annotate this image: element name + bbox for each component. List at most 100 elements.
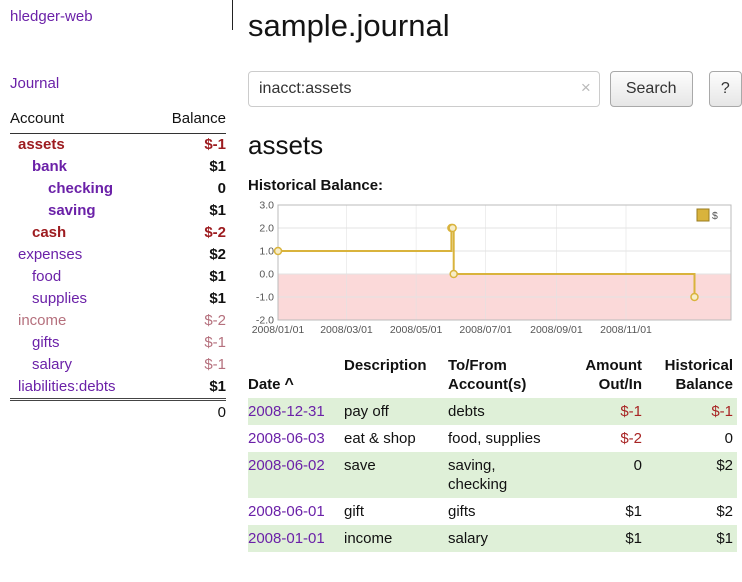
chart-title: Historical Balance: (248, 177, 742, 194)
svg-text:0.0: 0.0 (259, 269, 274, 281)
transaction-date-link[interactable]: 2008-06-01 (248, 503, 325, 520)
account-row: assets $-1 (10, 134, 226, 157)
account-row: food $1 (10, 266, 226, 288)
transaction-amount: 0 (568, 452, 646, 498)
account-link-gifts[interactable]: gifts (32, 334, 60, 351)
balance-chart: 2008/01/012008/03/012008/05/012008/07/01… (248, 200, 737, 340)
svg-text:2008/03/01: 2008/03/01 (320, 324, 373, 336)
account-heading: assets (248, 130, 742, 161)
account-balance: $1 (153, 156, 226, 178)
transaction-amount: $-2 (568, 425, 646, 452)
account-balance: $2 (153, 244, 226, 266)
accounts-header-account: Account (10, 108, 153, 134)
transaction-accounts: salary (448, 525, 568, 552)
register-header-date-label: Date (248, 376, 281, 393)
main-content: sample.journal × Search ? assets Histori… (248, 0, 742, 552)
account-row: bank $1 (10, 156, 226, 178)
register-row: 2008-06-02 savesaving, checking0$2 (248, 452, 737, 498)
account-row: gifts $-1 (10, 332, 226, 354)
account-row: cash $-2 (10, 222, 226, 244)
svg-text:$: $ (712, 210, 718, 222)
register-header-date[interactable]: Date^ (248, 354, 344, 398)
sidebar: hledger-web Journal Account Balance asse… (0, 0, 238, 424)
transaction-balance: $-1 (646, 398, 737, 425)
transaction-description: pay off (344, 398, 448, 425)
account-link-supplies[interactable]: supplies (32, 290, 87, 307)
account-link-income[interactable]: income (18, 312, 66, 329)
account-balance: $-1 (153, 332, 226, 354)
account-link-assets[interactable]: assets (18, 136, 65, 153)
transaction-balance: $2 (646, 452, 737, 498)
transaction-description: save (344, 452, 448, 498)
account-balance: $1 (153, 200, 226, 222)
register-header-amount: Amount Out/In (568, 354, 646, 398)
svg-text:1.0: 1.0 (259, 246, 274, 258)
accounts-total-value: 0 (153, 400, 226, 425)
account-balance: $-1 (153, 354, 226, 376)
chart-box: 2008/01/012008/03/012008/05/012008/07/01… (248, 200, 742, 340)
account-link-liabilities-debts[interactable]: liabilities:debts (18, 378, 116, 395)
register-table: Date^ Description To/From Account(s) Amo… (248, 354, 737, 552)
account-link-expenses[interactable]: expenses (18, 246, 82, 263)
account-balance: 0 (153, 178, 226, 200)
svg-text:-1.0: -1.0 (256, 292, 274, 304)
transaction-date-link[interactable]: 2008-06-03 (248, 430, 325, 447)
register-header-accounts: To/From Account(s) (448, 354, 568, 398)
clear-search-icon[interactable]: × (581, 78, 591, 98)
account-balance: $-2 (153, 222, 226, 244)
search-button[interactable]: Search (610, 71, 693, 107)
account-row: expenses $2 (10, 244, 226, 266)
transaction-amount: $1 (568, 498, 646, 525)
accounts-total-row: 0 (10, 400, 226, 425)
account-row: income$-2 (10, 310, 226, 332)
transaction-accounts: food, supplies (448, 425, 568, 452)
accounts-total-spacer (10, 400, 153, 425)
account-balance: $1 (153, 266, 226, 288)
accounts-table-body: assets$-1bank$1checking0saving$1cash$-2e… (10, 134, 226, 400)
svg-text:2008/05/01: 2008/05/01 (390, 324, 443, 336)
app-title-link[interactable]: hledger-web (10, 8, 226, 25)
account-link-saving[interactable]: saving (48, 202, 96, 219)
account-link-checking[interactable]: checking (48, 180, 113, 197)
transaction-date-link[interactable]: 2008-01-01 (248, 530, 325, 547)
transaction-date-link[interactable]: 2008-12-31 (248, 403, 325, 420)
register-row: 2008-06-03 eat & shopfood, supplies$-20 (248, 425, 737, 452)
transaction-balance: 0 (646, 425, 737, 452)
register-row: 2008-01-01incomesalary$1$1 (248, 525, 737, 552)
transaction-description: eat & shop (344, 425, 448, 452)
svg-text:2.0: 2.0 (259, 223, 274, 235)
account-row: saving $1 (10, 200, 226, 222)
svg-text:2008/09/01: 2008/09/01 (530, 324, 583, 336)
svg-text:2008/07/01: 2008/07/01 (459, 324, 512, 336)
account-row: checking 0 (10, 178, 226, 200)
register-table-body: 2008-12-31pay offdebts$-1$-12008-06-03ea… (248, 398, 737, 552)
accounts-table: Account Balance assets $-1 bank $1 checking 0… (10, 108, 226, 424)
svg-text:-2.0: -2.0 (256, 315, 274, 327)
transaction-amount: $1 (568, 525, 646, 552)
page-title: sample.journal (248, 8, 742, 44)
transaction-balance: $2 (646, 498, 737, 525)
search-input[interactable] (248, 71, 600, 107)
account-row: salary $-1 (10, 354, 226, 376)
account-link-salary[interactable]: salary (32, 356, 72, 373)
accounts-header-balance: Balance (153, 108, 226, 134)
nav-journal-link[interactable]: Journal (10, 75, 226, 92)
register-row: 2008-06-01giftgifts$1$2 (248, 498, 737, 525)
account-row: supplies $1 (10, 288, 226, 310)
account-link-bank[interactable]: bank (32, 158, 67, 175)
register-header-balance: Historical Balance (646, 354, 737, 398)
account-balance: $1 (153, 376, 226, 400)
register-header-description: Description (344, 354, 448, 398)
account-link-cash[interactable]: cash (32, 224, 66, 241)
transaction-description: income (344, 525, 448, 552)
help-button[interactable]: ? (709, 71, 742, 107)
transaction-date-link[interactable]: 2008-06-02 (248, 457, 325, 474)
transaction-accounts: debts (448, 398, 568, 425)
transaction-balance: $1 (646, 525, 737, 552)
account-link-food[interactable]: food (32, 268, 61, 285)
svg-text:2008/11/01: 2008/11/01 (600, 324, 652, 336)
account-balance: $1 (153, 288, 226, 310)
account-row: liabilities:debts $1 (10, 376, 226, 400)
account-balance: $-1 (153, 134, 226, 157)
transaction-accounts: saving, checking (448, 452, 568, 498)
